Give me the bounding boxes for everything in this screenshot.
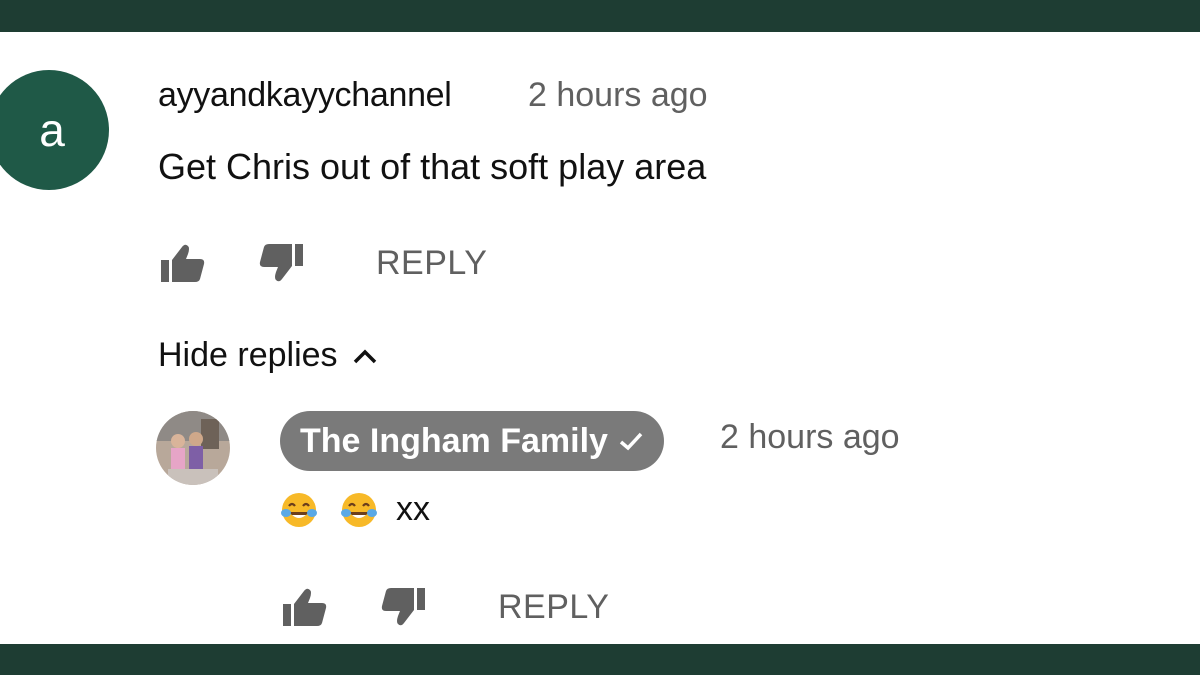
thumb-up-icon [161, 244, 205, 282]
reply-reply-button[interactable]: REPLY [498, 588, 609, 627]
reply-text: xx [280, 490, 430, 529]
reply-dislike-button[interactable] [378, 582, 428, 632]
reply-like-button[interactable] [280, 582, 330, 632]
frame-top [0, 0, 1200, 32]
like-button[interactable] [158, 238, 208, 288]
tears-of-joy-emoji-icon [341, 492, 377, 527]
avatar-letter: a [39, 104, 65, 156]
comment-text: Get Chris out of that soft play area [158, 146, 707, 187]
thumb-up-icon [283, 588, 327, 626]
reply-author: The Ingham Family [300, 421, 608, 460]
reply-avatar[interactable] [156, 411, 230, 485]
tears-of-joy-emoji-icon [281, 492, 317, 527]
comment-timestamp[interactable]: 2 hours ago [528, 76, 708, 115]
family-photo-avatar [156, 411, 230, 485]
reply-text-content: xx [396, 490, 430, 528]
reply-button[interactable]: REPLY [376, 244, 487, 283]
reply-author-badge[interactable]: The Ingham Family [280, 411, 664, 471]
hide-replies-label: Hide replies [158, 336, 338, 374]
comment-actions: REPLY [158, 238, 487, 288]
thumb-down-icon [381, 588, 425, 626]
frame-bottom [0, 644, 1200, 675]
reply-actions: REPLY [280, 582, 609, 632]
dislike-button[interactable] [256, 238, 306, 288]
reply-timestamp[interactable]: 2 hours ago [720, 418, 900, 457]
comment-author[interactable]: ayyandkayychannel [158, 76, 452, 115]
verified-check-icon [618, 430, 644, 452]
chevron-up-icon [352, 347, 378, 365]
hide-replies-toggle[interactable]: Hide replies [158, 336, 378, 375]
thumb-down-icon [259, 244, 303, 282]
